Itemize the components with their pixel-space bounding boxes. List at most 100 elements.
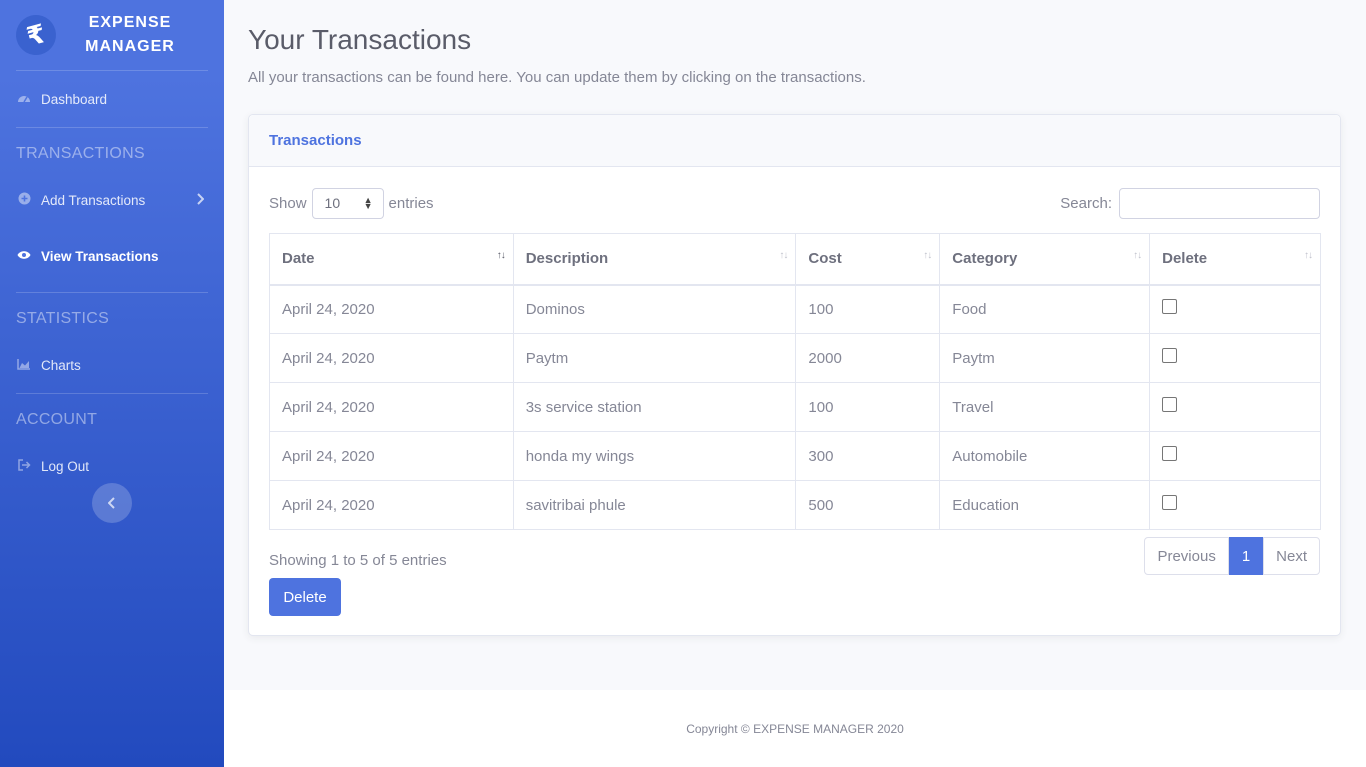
cell-date: April 24, 2020 bbox=[269, 382, 514, 432]
main-content: Your Transactions All your transactions … bbox=[224, 0, 1366, 690]
cell-delete bbox=[1149, 480, 1321, 530]
cell-description: Dominos bbox=[512, 284, 797, 334]
cell-date: April 24, 2020 bbox=[269, 480, 514, 530]
cell-category: Education bbox=[939, 480, 1151, 530]
previous-page-button[interactable]: Previous bbox=[1144, 537, 1229, 575]
delete-checkbox[interactable] bbox=[1162, 299, 1178, 315]
card-title: Transactions bbox=[249, 115, 1340, 167]
sidebar-item-label: Log Out bbox=[41, 458, 90, 474]
sidebar-item-label: Add Transactions bbox=[41, 192, 146, 208]
column-header-cost[interactable]: Cost ↑↓ bbox=[795, 233, 941, 286]
sidebar-heading-account: ACCOUNT bbox=[16, 411, 98, 428]
header-label: Description bbox=[525, 250, 609, 268]
table-row[interactable]: April 24, 2020 Paytm 2000 Paytm bbox=[269, 333, 1321, 383]
transactions-card: Transactions Show 10 ▲ ▼ entries Search: … bbox=[248, 114, 1341, 636]
sidebar-heading-transactions: TRANSACTIONS bbox=[16, 145, 145, 162]
cell-date: April 24, 2020 bbox=[269, 284, 514, 334]
chevron-right-icon bbox=[196, 192, 205, 208]
column-header-description[interactable]: Description ↑↓ bbox=[512, 233, 797, 286]
cell-category: Food bbox=[939, 284, 1151, 334]
page-subtitle: All your transactions can be found here.… bbox=[248, 69, 866, 86]
sidebar-item-label: Dashboard bbox=[41, 91, 108, 107]
cell-delete bbox=[1149, 333, 1321, 383]
sidebar-item-label: Charts bbox=[41, 357, 81, 373]
header-label: Date bbox=[282, 250, 315, 268]
brand-title-line1: EXPENSE bbox=[88, 14, 172, 31]
cell-description: savitribai phule bbox=[512, 480, 797, 530]
cell-cost: 300 bbox=[795, 431, 941, 481]
entries-value: 10 bbox=[324, 195, 341, 211]
page-title: Your Transactions bbox=[248, 24, 472, 55]
header-label: Cost bbox=[808, 250, 842, 268]
delete-checkbox[interactable] bbox=[1162, 495, 1178, 511]
cell-delete bbox=[1149, 284, 1321, 334]
delete-button[interactable]: Delete bbox=[269, 578, 341, 616]
search-input[interactable] bbox=[1119, 187, 1320, 219]
cell-category: Travel bbox=[939, 382, 1151, 432]
cell-date: April 24, 2020 bbox=[269, 333, 514, 383]
sidebar-heading-statistics: STATISTICS bbox=[16, 310, 110, 327]
header-label: Delete bbox=[1162, 250, 1208, 268]
table-row[interactable]: April 24, 2020 honda my wings 300 Automo… bbox=[269, 431, 1321, 481]
delete-checkbox[interactable] bbox=[1162, 397, 1178, 413]
sidebar-item-charts[interactable]: Charts bbox=[0, 345, 224, 385]
sidebar-item-dashboard[interactable]: Dashboard bbox=[0, 71, 224, 127]
cell-delete bbox=[1149, 382, 1321, 432]
eye-icon bbox=[16, 249, 32, 263]
pagination: Previous 1 Next bbox=[1144, 537, 1320, 575]
chevron-left-icon bbox=[108, 497, 115, 509]
sort-icon: ↑↓ bbox=[923, 250, 932, 261]
column-header-category[interactable]: Category ↑↓ bbox=[939, 233, 1151, 286]
cell-cost: 100 bbox=[795, 382, 941, 432]
plus-circle-icon bbox=[16, 192, 32, 208]
cell-description: Paytm bbox=[512, 333, 797, 383]
sort-icon: ↑↓ bbox=[496, 250, 506, 261]
show-label: Show bbox=[269, 194, 307, 212]
brand-title: EXPENSE MANAGER bbox=[80, 11, 180, 59]
cell-cost: 100 bbox=[795, 284, 941, 334]
brand-title-line2: MANAGER bbox=[85, 38, 175, 55]
sidebar: ₹ EXPENSE MANAGER Dashboard TRANSACTIONS… bbox=[0, 0, 224, 767]
delete-checkbox[interactable] bbox=[1162, 446, 1178, 462]
dashboard-icon bbox=[16, 92, 32, 107]
footer: Copyright © EXPENSE MANAGER 2020 bbox=[224, 690, 1366, 767]
cell-description: honda my wings bbox=[512, 431, 797, 481]
column-header-delete[interactable]: Delete ↑↓ bbox=[1149, 233, 1321, 286]
table-row[interactable]: April 24, 2020 Dominos 100 Food bbox=[269, 284, 1321, 334]
header-label: Category bbox=[952, 250, 1018, 268]
search-label: Search: bbox=[1060, 194, 1112, 212]
copyright-text: Copyright © EXPENSE MANAGER 2020 bbox=[686, 721, 904, 736]
cell-cost: 500 bbox=[795, 480, 941, 530]
cell-cost: 2000 bbox=[795, 333, 941, 383]
sidebar-item-label: View Transactions bbox=[41, 248, 159, 264]
select-arrows-icon: ▲ ▼ bbox=[363, 195, 373, 211]
table-header-row: Date ↑↓ Description ↑↓ Cost ↑↓ Category ↑↓ D… bbox=[269, 233, 1321, 286]
sidebar-toggle-button[interactable] bbox=[92, 483, 132, 523]
cell-description: 3s service station bbox=[512, 382, 797, 432]
cell-delete bbox=[1149, 431, 1321, 481]
sort-icon: ↑↓ bbox=[1304, 250, 1313, 261]
cell-category: Paytm bbox=[939, 333, 1151, 383]
search-box: Search: bbox=[1060, 187, 1320, 219]
sidebar-item-logout[interactable]: Log Out bbox=[0, 446, 224, 486]
cell-date: April 24, 2020 bbox=[269, 431, 514, 481]
entries-label: entries bbox=[388, 194, 434, 212]
transactions-table: Date ↑↓ Description ↑↓ Cost ↑↓ Category ↑↓ D… bbox=[269, 233, 1321, 530]
table-row[interactable]: April 24, 2020 3s service station 100 Tr… bbox=[269, 382, 1321, 432]
sort-icon: ↑↓ bbox=[1133, 250, 1142, 261]
sidebar-item-view-transactions[interactable]: View Transactions bbox=[0, 220, 224, 292]
sort-icon: ↑↓ bbox=[779, 250, 788, 261]
chart-area-icon bbox=[16, 358, 32, 373]
column-header-date[interactable]: Date ↑↓ bbox=[269, 233, 514, 286]
sign-out-icon bbox=[16, 458, 32, 474]
next-page-button[interactable]: Next bbox=[1263, 537, 1320, 575]
delete-checkbox[interactable] bbox=[1162, 348, 1178, 364]
cell-category: Automobile bbox=[939, 431, 1151, 481]
page-1-button[interactable]: 1 bbox=[1228, 537, 1264, 575]
sidebar-item-add-transactions[interactable]: Add Transactions bbox=[0, 180, 224, 220]
rupee-icon: ₹ bbox=[11, 10, 61, 60]
table-controls: Show 10 ▲ ▼ entries Search: bbox=[269, 187, 1320, 219]
brand[interactable]: ₹ EXPENSE MANAGER bbox=[0, 0, 224, 70]
entries-select[interactable]: 10 ▲ ▼ bbox=[311, 187, 384, 219]
table-row[interactable]: April 24, 2020 savitribai phule 500 Educ… bbox=[269, 480, 1321, 530]
